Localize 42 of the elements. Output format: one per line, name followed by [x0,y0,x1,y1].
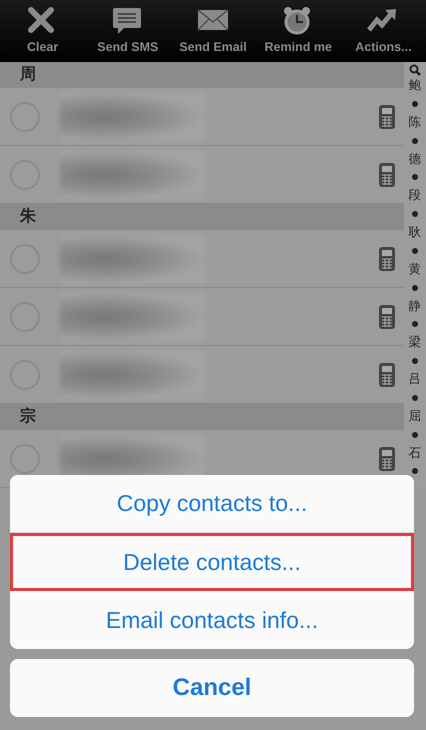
index-letter[interactable]: 梁 [408,333,422,352]
toolbar-button[interactable]: Clear [0,0,86,62]
phone-icon [378,104,396,130]
toolbar-button[interactable]: Remind me [256,0,341,62]
message-icon [112,6,144,36]
phone-icon [378,162,396,188]
index-letter[interactable]: 吕 [408,370,422,389]
section-header: 周 [0,62,404,88]
index-letter[interactable]: 德 [408,150,422,168]
sheet-option[interactable]: Delete contacts... [10,533,414,591]
index-dot [412,174,418,180]
index-dot [412,211,418,217]
phone-icon [378,246,396,272]
index-letter[interactable]: 耿 [408,223,422,242]
index-dot [412,100,418,107]
index-dot [412,468,418,474]
sheet-option[interactable]: Copy contacts to... [10,475,414,533]
index-letter[interactable]: 黄 [408,260,422,278]
index-dot [412,432,418,438]
index-dot [412,358,418,364]
index-dot [412,138,418,144]
index-letter[interactable]: 石 [408,444,422,462]
index-dot [412,284,418,290]
index-dot [412,394,418,401]
index-letter[interactable]: 静 [408,296,422,316]
index-dot [412,248,418,254]
search-icon[interactable] [409,64,421,76]
section-header: 朱 [0,204,404,230]
index-letter[interactable]: 陈 [408,112,422,132]
toolbar-button[interactable]: Actions... [340,0,426,62]
phone-icon [378,446,396,472]
phone-icon [378,304,396,330]
section-header: 宗 [0,404,404,430]
toolbar-button[interactable]: Send SMS [85,0,170,62]
select-circle[interactable] [10,444,40,474]
index-letter[interactable]: 段 [408,186,422,205]
toolbar-button[interactable]: Send Email [170,0,256,62]
index-letter[interactable]: 屈 [408,406,422,426]
phone-icon [378,362,396,388]
index-dot [412,321,418,328]
cancel-button[interactable]: Cancel [10,659,414,717]
index-letter[interactable]: 鲍 [408,76,422,95]
